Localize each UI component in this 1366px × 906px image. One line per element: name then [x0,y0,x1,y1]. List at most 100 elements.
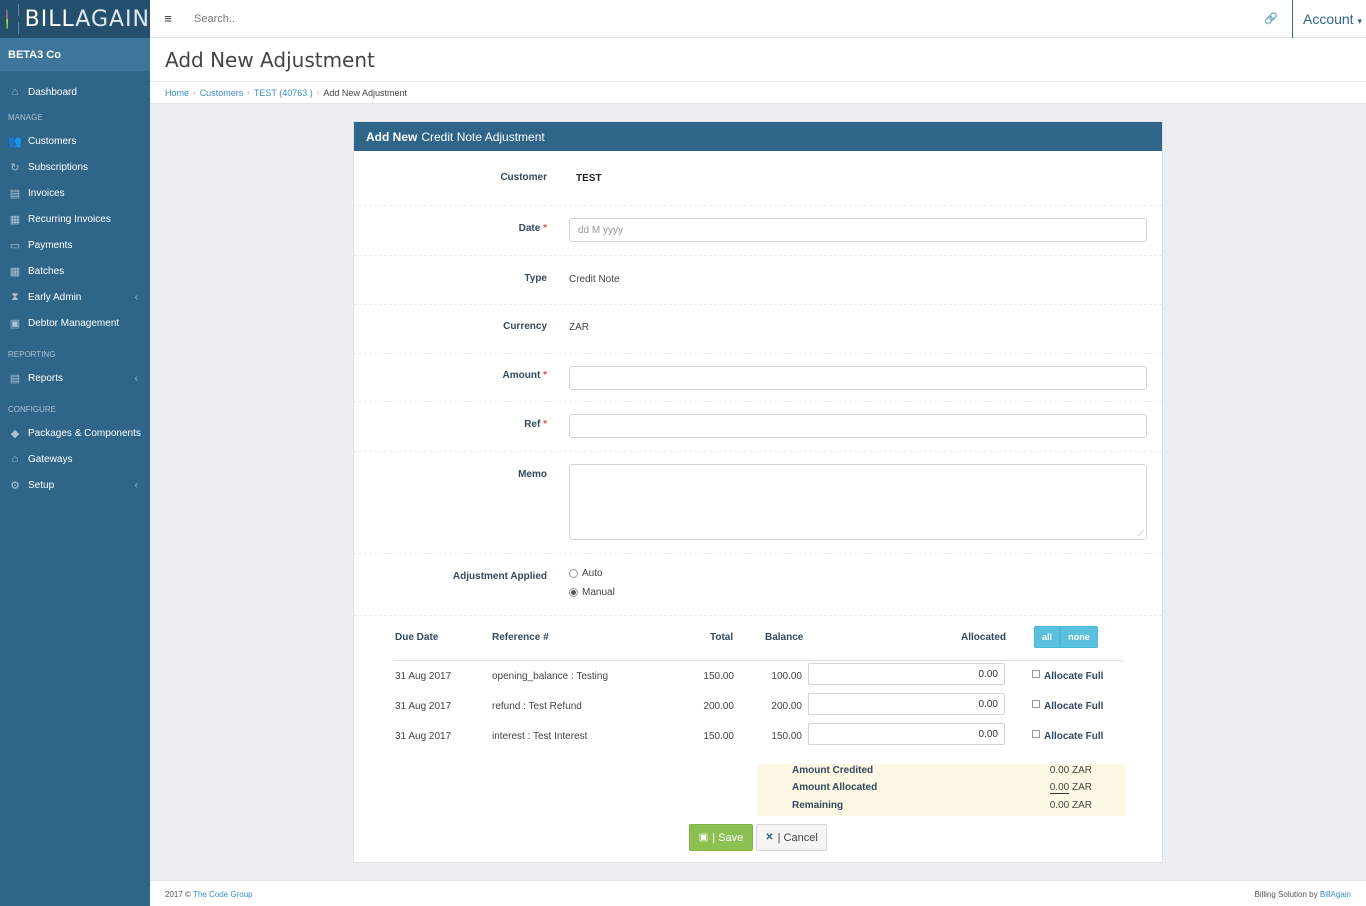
footer-company-link[interactable]: The Code Group [193,890,253,899]
sidebar-item-label: Invoices [28,187,65,199]
sidebar-item-batches[interactable]: ▦ Batches [0,258,150,284]
breadcrumb-current: Add New Adjustment [323,87,407,98]
sidebar-item-label: Early Admin [28,291,82,303]
breadcrumb-customer[interactable]: TEST (40763 ) [254,88,313,98]
col-balance: Balance [765,632,804,643]
sidebar: BILLAGAIN BETA3 Co ⌂ Dashboard MANAGE 👥 Cu… [0,0,150,906]
allocate-none-button[interactable]: none [1060,626,1098,648]
amount-label: Amount * [503,370,547,381]
allocate-full-checkbox[interactable] [1032,670,1040,678]
sidebar-item-subscriptions[interactable]: ↻ Subscriptions [0,154,150,180]
calendar-icon: ▦ [9,213,21,226]
amount-input[interactable] [569,366,1147,390]
radio-auto-button[interactable] [569,569,578,578]
account-dropdown[interactable]: Account ▾ [1303,11,1362,27]
link-icon[interactable]: 🔗 [1264,12,1278,25]
allocate-full-checkbox[interactable] [1032,700,1040,708]
allocated-input[interactable]: 0.00 [808,723,1005,745]
sidebar-item-label: Batches [28,265,65,277]
sidebar-item-gateways[interactable]: ⌂ Gateways [0,446,150,472]
chevron-left-icon: ‹ [134,479,138,491]
radio-auto-label: Auto [582,568,603,579]
footer-copyright-text: 2017 © [165,890,191,899]
close-icon: ✕ [765,832,774,843]
sidebar-item-customers[interactable]: 👥 Customers [0,128,150,154]
cancel-button[interactable]: ✕ | Cancel [756,824,827,851]
amount-label-text: Amount [502,370,541,381]
footer-billagain-link[interactable]: BillAgain [1320,890,1351,899]
breadcrumb-separator: › [193,88,196,97]
allocate-toggle-group: all none [1034,626,1098,648]
table-row: 31 Aug 2017 interest : Test Interest 150… [394,722,1124,750]
sidebar-item-label: Subscriptions [28,161,89,173]
summary-remaining-amount: 0.00 [1049,800,1070,811]
allocation-table-header: Due Date Reference # Total Balance Alloc… [394,624,1124,661]
sidebar-item-packages[interactable]: ◆ Packages & Components [0,420,150,446]
logo[interactable]: BILLAGAIN [0,0,150,38]
company-name[interactable]: BETA3 Co [0,38,150,71]
refresh-icon: ↻ [10,161,20,174]
ref-row: Ref * [354,402,1162,452]
summary-credited-currency: ZAR [1072,765,1092,776]
hamburger-menu-icon[interactable]: ≡ [150,11,186,26]
search-input[interactable]: Search.. [194,13,235,25]
breadcrumb-customers[interactable]: Customers [200,88,244,98]
type-label: Type [524,273,547,284]
col-allocated: Allocated [961,632,1007,643]
file-icon: ▤ [9,187,21,200]
summary-allocated-amount: 0.00 [1049,782,1070,794]
row-total: 200.00 [703,701,734,712]
summary-credited-value: 0.00 ZAR [1050,765,1092,776]
ref-input[interactable] [569,414,1147,438]
tags-icon: ◆ [10,427,20,440]
allocate-full-label: Allocate Full [1044,701,1104,712]
sidebar-item-dashboard[interactable]: ⌂ Dashboard [0,79,150,105]
table-icon: ▦ [9,265,21,278]
date-input[interactable]: dd M yyyy [569,218,1147,242]
save-button[interactable]: ▣ | Save [689,824,753,851]
row-reference: opening_balance : Testing [492,671,609,682]
type-value: Credit Note [569,274,620,285]
sidebar-item-invoices[interactable]: ▤ Invoices [0,180,150,206]
breadcrumb-separator: › [247,88,250,97]
resize-grip-icon[interactable]: ⟋ [1138,529,1144,538]
sidebar-item-payments[interactable]: ▭ Payments [0,232,150,258]
radio-manual-button[interactable] [569,588,578,597]
customer-row: Customer TEST [354,151,1162,206]
account-label: Account [1302,11,1354,27]
row-total: 150.00 [703,731,734,742]
footer-copyright: 2017 © The Code Group [165,890,253,899]
cancel-label: | Cancel [777,831,818,844]
allocate-all-button[interactable]: all [1034,626,1060,648]
sidebar-item-early-admin[interactable]: ⧗ Early Admin ‹ [0,284,150,310]
summary-remaining-currency: ZAR [1072,800,1092,811]
row-balance: 150.00 [771,731,802,742]
memo-textarea[interactable]: ⟋ [569,464,1147,540]
breadcrumb-home[interactable]: Home [165,88,189,98]
type-row: Type Credit Note [354,256,1162,305]
row-balance: 200.00 [771,701,802,712]
sidebar-item-label: Gateways [28,453,73,465]
radio-auto[interactable]: Auto [569,568,603,579]
allocated-input[interactable]: 0.00 [808,693,1005,715]
nav-section-reporting: REPORTING [8,350,56,359]
allocated-input[interactable]: 0.00 [808,663,1005,685]
allocate-full-checkbox[interactable] [1032,730,1040,738]
logo-text: BILLAGAIN [25,7,150,32]
adjustment-applied-row: Adjustment Applied Auto Manual [354,554,1162,616]
row-total: 150.00 [703,671,734,682]
radio-manual[interactable]: Manual [569,587,615,598]
sidebar-item-setup[interactable]: ⚙ Setup ‹ [0,472,150,498]
sidebar-item-debtor-management[interactable]: ▣ Debtor Management [0,310,150,336]
gear-icon: ⚙ [10,479,20,492]
currency-value: ZAR [569,322,589,333]
sidebar-item-recurring-invoices[interactable]: ▦ Recurring Invoices [0,206,150,232]
sidebar-item-reports[interactable]: ▤ Reports ‹ [0,365,150,391]
adjustment-panel: Add New Credit Note Adjustment Customer T… [353,121,1163,863]
panel-title-rest: Credit Note Adjustment [421,129,545,144]
save-label: | Save [712,831,744,844]
allocate-full-label: Allocate Full [1044,671,1104,682]
radio-manual-label: Manual [582,587,615,598]
account-divider [1292,0,1293,38]
currency-row: Currency ZAR [354,305,1162,354]
